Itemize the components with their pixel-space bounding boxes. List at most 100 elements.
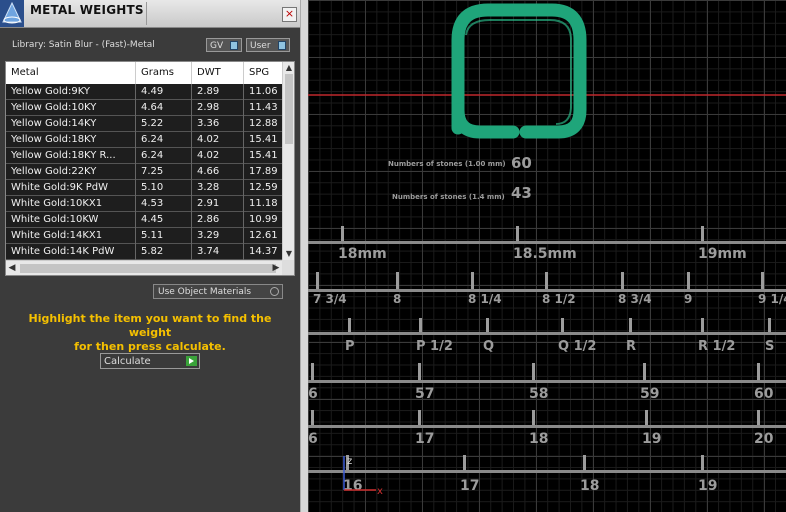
gv-toggle-knob-icon	[230, 41, 238, 50]
ruler-tick	[396, 272, 399, 289]
horizontal-scroll-thumb[interactable]	[20, 264, 276, 273]
grams-cell: 4.49	[136, 84, 192, 100]
ruler-tick-label: 57	[415, 386, 434, 402]
ruler-tick-label: 60	[754, 386, 774, 402]
spg-cell: 15.41	[244, 148, 284, 164]
ruler-tick-label: 18	[529, 431, 548, 447]
ruler-tick-label: 18mm	[338, 246, 387, 262]
panel-titlebar: METAL WEIGHTS ×	[0, 0, 300, 28]
ruler-tick-label: 18	[580, 478, 599, 494]
vertical-scrollbar[interactable]: ▲ ▼	[282, 62, 294, 260]
table-row[interactable]: White Gold:14K PdW 5.82 3.74 14.37	[6, 244, 284, 260]
scroll-right-icon[interactable]: ▶	[270, 261, 282, 275]
x-axis-label: x	[377, 486, 383, 497]
ruler-tick-label: 20	[754, 431, 774, 447]
ruler-tick	[311, 410, 314, 425]
table-row[interactable]: Yellow Gold:9KY 4.49 2.89 11.06	[6, 84, 284, 100]
close-button[interactable]: ×	[282, 7, 297, 22]
ruler-tick	[532, 363, 535, 380]
ruler-tick	[643, 363, 646, 380]
metal-cell: Yellow Gold:22KY	[6, 164, 136, 180]
instruction-line-1: Highlight the item you want to find the …	[28, 312, 272, 339]
ruler-tick-label: S	[765, 339, 774, 354]
spg-cell: 10.99	[244, 212, 284, 228]
ruler-tick	[621, 272, 624, 289]
use-object-materials-label: Use Object Materials	[158, 287, 252, 297]
ruler-tick	[316, 272, 319, 289]
calculate-button[interactable]: Calculate	[100, 353, 200, 369]
table-row[interactable]: White Gold:14KX1 5.11 3.29 12.61	[6, 228, 284, 244]
ruler-bar	[308, 470, 786, 473]
spg-cell: 11.06	[244, 84, 284, 100]
grams-cell: 6.24	[136, 148, 192, 164]
horizontal-scrollbar[interactable]: ◀ ▶	[6, 260, 282, 275]
scroll-left-icon[interactable]: ◀	[6, 261, 18, 275]
metal-cell: White Gold:14K PdW	[6, 244, 136, 260]
ruler-tick	[757, 410, 760, 425]
ruler-tick-label: 19	[698, 478, 717, 494]
ruler-tick-label: 8 1/2	[542, 292, 576, 306]
grams-cell: 5.10	[136, 180, 192, 196]
spg-cell: 11.18	[244, 196, 284, 212]
dwt-cell: 2.89	[192, 84, 244, 100]
grams-cell: 5.11	[136, 228, 192, 244]
stones-label-1: Numbers of stones (1.00 mm)	[388, 160, 506, 168]
column-header-metal[interactable]: Metal	[6, 62, 136, 84]
ruler-tick	[418, 363, 421, 380]
stones-count-2: 43	[511, 184, 532, 202]
ruler-tick	[645, 410, 648, 425]
column-header-grams[interactable]: Grams	[136, 62, 192, 84]
ruler-bar	[308, 425, 786, 428]
spg-cell: 11.43	[244, 100, 284, 116]
column-header-dwt[interactable]: DWT	[192, 62, 244, 84]
ruler-tick	[701, 226, 704, 241]
ruler-tick-label: R 1/2	[698, 339, 735, 354]
table-row[interactable]: White Gold:9K PdW 5.10 3.28 12.59	[6, 180, 284, 196]
dwt-cell: 4.66	[192, 164, 244, 180]
ruler-tick-label: 59	[640, 386, 659, 402]
column-header-spg[interactable]: SPG	[244, 62, 284, 84]
app-logo-icon	[0, 0, 24, 27]
ruler-bar	[308, 380, 786, 383]
ruler-tick	[348, 318, 351, 332]
ruler-tick-label: 8 3/4	[618, 292, 652, 306]
scroll-up-icon[interactable]: ▲	[283, 62, 294, 74]
ruler-tick-label: Q	[483, 339, 494, 354]
ruler-tick-label: 17	[460, 478, 479, 494]
ruler-tick	[768, 318, 771, 332]
ruler-tick	[418, 410, 421, 425]
ruler-tick	[311, 363, 314, 380]
scroll-down-icon[interactable]: ▼	[283, 248, 294, 260]
radio-icon[interactable]	[270, 287, 279, 296]
user-toggle[interactable]: User	[246, 38, 290, 52]
use-object-materials-option[interactable]: Use Object Materials	[153, 284, 283, 299]
metal-cell: White Gold:14KX1	[6, 228, 136, 244]
table-row[interactable]: White Gold:10KX1 4.53 2.91 11.18	[6, 196, 284, 212]
3d-viewport[interactable]: Numbers of stones (1.00 mm) 60 Numbers o…	[308, 0, 786, 512]
table-row[interactable]: Yellow Gold:18KY R... 6.24 4.02 15.41	[6, 148, 284, 164]
table-row[interactable]: Yellow Gold:14KY 5.22 3.36 12.88	[6, 116, 284, 132]
ruler-tick	[486, 318, 489, 332]
panel-title: METAL WEIGHTS	[30, 3, 144, 17]
ruler-tick	[701, 318, 704, 332]
metal-cell: White Gold:9K PdW	[6, 180, 136, 196]
ruler-tick-label: Q 1/2	[558, 339, 596, 354]
dwt-cell: 2.91	[192, 196, 244, 212]
ruler-tick	[757, 363, 760, 380]
vertical-scroll-thumb[interactable]	[285, 74, 293, 144]
ruler-tick	[463, 455, 466, 470]
ruler-tick	[687, 272, 690, 289]
ruler-tick-label: 18.5mm	[513, 246, 577, 262]
table-row[interactable]: Yellow Gold:22KY 7.25 4.66 17.89	[6, 164, 284, 180]
table-row[interactable]: White Gold:10KW 4.45 2.86 10.99	[6, 212, 284, 228]
grams-cell: 4.64	[136, 100, 192, 116]
table-row[interactable]: Yellow Gold:18KY 6.24 4.02 15.41	[6, 132, 284, 148]
gv-toggle[interactable]: GV	[206, 38, 242, 52]
ruler-tick-label: 9 1/4	[758, 292, 786, 306]
ruler-tick-label: 8 1/4	[468, 292, 502, 306]
dwt-cell: 2.98	[192, 100, 244, 116]
ruler-tick-label: 19mm	[698, 246, 747, 262]
dwt-cell: 4.02	[192, 148, 244, 164]
table-row[interactable]: Yellow Gold:10KY 4.64 2.98 11.43	[6, 100, 284, 116]
ring-profile	[451, 3, 587, 139]
